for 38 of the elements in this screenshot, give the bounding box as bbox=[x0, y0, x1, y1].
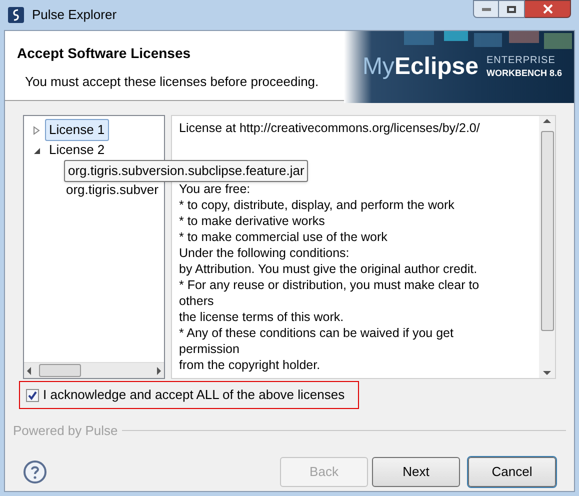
license-line: * to make derivative works bbox=[179, 214, 325, 228]
collapsed-arrow-icon[interactable] bbox=[32, 126, 41, 134]
license-line: * For any reuse or distribution, you must make clear to bbox=[179, 278, 480, 292]
powered-by-label: Powered by Pulse bbox=[13, 422, 118, 440]
tree-item[interactable]: org.tigris.subver bbox=[66, 180, 158, 200]
license-line: * Any of these conditions can be waived if you get bbox=[179, 326, 454, 340]
tree-item[interactable]: License 1 bbox=[45, 119, 109, 141]
accept-checkbox[interactable] bbox=[26, 388, 39, 402]
horizontal-scrollbar[interactable] bbox=[24, 362, 164, 378]
license-line: others bbox=[179, 294, 214, 308]
license-line: You are free: bbox=[179, 182, 250, 196]
license-line: the license terms of this work. bbox=[179, 310, 344, 324]
app-logo-icon bbox=[8, 7, 24, 23]
license-line: by Attribution. You must give the original author credit. bbox=[179, 262, 478, 276]
tooltip: org.tigris.subversion.subclipse.feature.jar bbox=[64, 160, 308, 182]
brand-logo-text: MyEclipse bbox=[362, 55, 478, 79]
wizard-button[interactable]: Next bbox=[372, 456, 460, 486]
page-message: You must accept these licenses before proceeding. bbox=[24, 73, 320, 91]
restore-button[interactable] bbox=[499, 0, 525, 18]
tree-item[interactable]: License 2 bbox=[45, 139, 109, 161]
product-label: WORKBENCH 8.6 bbox=[486, 68, 562, 79]
minimize-button[interactable] bbox=[473, 0, 499, 18]
license-line: * to copy, distribute, display, and perform the work bbox=[179, 198, 454, 212]
window-title: Pulse Explorer bbox=[32, 6, 117, 24]
close-button[interactable] bbox=[525, 0, 571, 18]
license-line: from the copyright holder. bbox=[179, 358, 320, 372]
wizard-button[interactable]: Cancel bbox=[468, 456, 556, 486]
vertical-scrollbar[interactable] bbox=[539, 116, 555, 378]
expanded-arrow-icon[interactable] bbox=[32, 146, 41, 154]
edition-label: ENTERPRISE bbox=[486, 55, 556, 68]
license-line: permission bbox=[179, 342, 240, 356]
license-line: Under the following conditions: bbox=[179, 246, 350, 260]
license-line: License at http://creativecommons.org/licenses/by/2.0/ bbox=[179, 121, 480, 135]
close-icon bbox=[542, 4, 552, 14]
page-title: Accept Software Licenses bbox=[17, 44, 192, 63]
accept-label: I acknowledge and accept ALL of the above licenses bbox=[43, 386, 345, 404]
license-line: * to make commercial use of the work bbox=[179, 230, 388, 244]
help-icon[interactable] bbox=[23, 460, 47, 484]
